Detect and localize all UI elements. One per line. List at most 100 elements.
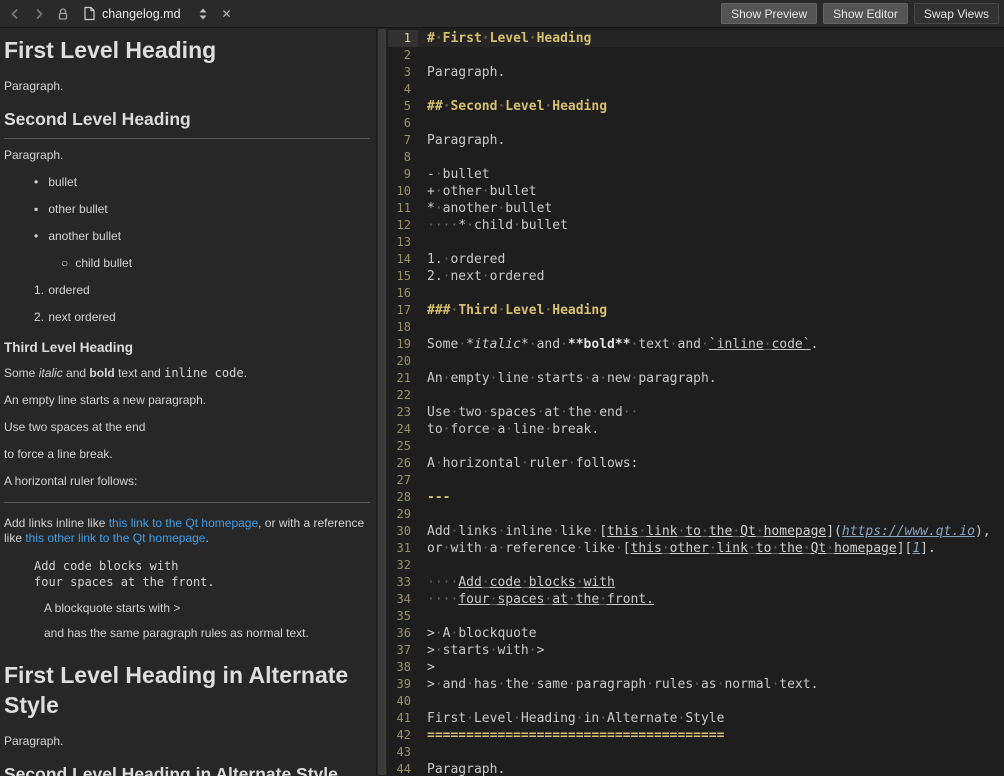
back-button[interactable] (5, 4, 25, 24)
editor-line[interactable]: 26A·horizontal·ruler·follows: (388, 455, 1004, 472)
forward-button[interactable] (29, 4, 49, 24)
editor-line[interactable]: 40 (388, 693, 1004, 710)
line-text[interactable] (418, 472, 1004, 489)
editor-line[interactable]: 1#·First·Level·Heading (388, 30, 1004, 47)
line-text[interactable]: ····four·spaces·at·the·front. (418, 591, 1004, 608)
show-preview-button[interactable]: Show Preview (721, 3, 817, 24)
editor-line[interactable]: 27 (388, 472, 1004, 489)
editor-line[interactable]: 38> (388, 659, 1004, 676)
editor-line[interactable]: 24to·force·a·line·break. (388, 421, 1004, 438)
show-editor-button[interactable]: Show Editor (823, 3, 908, 24)
close-split-button[interactable]: ✕ (217, 4, 237, 24)
editor-line[interactable]: 35 (388, 608, 1004, 625)
editor-line[interactable]: 5##·Second·Level·Heading (388, 98, 1004, 115)
editor-line[interactable]: 41First·Level·Heading·in·Alternate·Style (388, 710, 1004, 727)
line-text[interactable] (418, 557, 1004, 574)
line-text[interactable]: --- (418, 489, 1004, 506)
line-text[interactable] (418, 353, 1004, 370)
line-text[interactable] (418, 506, 1004, 523)
line-text[interactable] (418, 149, 1004, 166)
line-text[interactable] (418, 693, 1004, 710)
document-dropdown-button[interactable] (193, 4, 213, 24)
line-text[interactable]: Paragraph. (418, 761, 1004, 776)
line-text[interactable] (418, 438, 1004, 455)
line-text[interactable] (418, 608, 1004, 625)
editor-line[interactable]: 25 (388, 438, 1004, 455)
editor-line[interactable]: 28--- (388, 489, 1004, 506)
line-text[interactable] (418, 47, 1004, 64)
editor-line[interactable]: 29 (388, 506, 1004, 523)
line-text[interactable]: or·with·a·reference·like·[this·other·lin… (418, 540, 1004, 557)
line-text[interactable]: Paragraph. (418, 132, 1004, 149)
line-text[interactable]: >·and·has·the·same·paragraph·rules·as·no… (418, 676, 1004, 693)
line-text[interactable] (418, 387, 1004, 404)
line-text[interactable] (418, 234, 1004, 251)
editor-line[interactable]: 8 (388, 149, 1004, 166)
markdown-source-editor[interactable]: 1#·First·Level·Heading23Paragraph.45##·S… (388, 28, 1004, 776)
editor-line[interactable]: 42====================================== (388, 727, 1004, 744)
line-text[interactable] (418, 285, 1004, 302)
qt-homepage-link[interactable]: this other link to the Qt homepage (25, 531, 205, 545)
line-text[interactable]: ====================================== (418, 727, 1004, 744)
line-text[interactable]: Add·links·inline·like·[this·link·to·the·… (418, 523, 1004, 540)
line-text[interactable]: ····Add·code·blocks·with (418, 574, 1004, 591)
editor-line[interactable]: 22 (388, 387, 1004, 404)
editor-line[interactable]: 31or·with·a·reference·like·[this·other·l… (388, 540, 1004, 557)
editor-line[interactable]: 36>·A·blockquote (388, 625, 1004, 642)
lock-button[interactable] (53, 4, 73, 24)
line-text[interactable]: Some·*italic*·and·**bold**·text·and·`inl… (418, 336, 1004, 353)
editor-line[interactable]: 141.·ordered (388, 251, 1004, 268)
editor-line[interactable]: 20 (388, 353, 1004, 370)
qt-homepage-link[interactable]: this link to the Qt homepage (109, 516, 258, 530)
editor-line[interactable]: 2 (388, 47, 1004, 64)
line-text[interactable]: +·other·bullet (418, 183, 1004, 200)
editor-line[interactable]: 3Paragraph. (388, 64, 1004, 81)
editor-line[interactable]: 17###·Third·Level·Heading (388, 302, 1004, 319)
editor-line[interactable]: 23Use·two·spaces·at·the·end·· (388, 404, 1004, 421)
scrollbar-handle[interactable] (378, 29, 386, 775)
line-text[interactable]: A·horizontal·ruler·follows: (418, 455, 1004, 472)
line-text[interactable]: >·A·blockquote (418, 625, 1004, 642)
line-text[interactable] (418, 81, 1004, 98)
line-text[interactable]: *·another·bullet (418, 200, 1004, 217)
editor-line[interactable]: 34····four·spaces·at·the·front. (388, 591, 1004, 608)
line-text[interactable]: > (418, 659, 1004, 676)
line-text[interactable]: An·empty·line·starts·a·new·paragraph. (418, 370, 1004, 387)
line-text[interactable]: -·bullet (418, 166, 1004, 183)
editor-line[interactable]: 13 (388, 234, 1004, 251)
editor-line[interactable]: 37>·starts·with·> (388, 642, 1004, 659)
editor-line[interactable]: 152.·next·ordered (388, 268, 1004, 285)
document-tab[interactable]: changelog.md (77, 2, 189, 26)
line-text[interactable]: 1.·ordered (418, 251, 1004, 268)
line-text[interactable] (418, 744, 1004, 761)
line-text[interactable]: ##·Second·Level·Heading (418, 98, 1004, 115)
editor-line[interactable]: 9-·bullet (388, 166, 1004, 183)
editor-line[interactable]: 4 (388, 81, 1004, 98)
line-text[interactable]: 2.·next·ordered (418, 268, 1004, 285)
editor-line[interactable]: 44Paragraph. (388, 761, 1004, 776)
line-text[interactable] (418, 115, 1004, 132)
line-text[interactable]: ····*·child·bullet (418, 217, 1004, 234)
line-text[interactable]: First·Level·Heading·in·Alternate·Style (418, 710, 1004, 727)
editor-line[interactable]: 21An·empty·line·starts·a·new·paragraph. (388, 370, 1004, 387)
editor-line[interactable]: 7Paragraph. (388, 132, 1004, 149)
line-text[interactable]: >·starts·with·> (418, 642, 1004, 659)
editor-line[interactable]: 6 (388, 115, 1004, 132)
line-text[interactable]: ###·Third·Level·Heading (418, 302, 1004, 319)
editor-line[interactable]: 19Some·*italic*·and·**bold**·text·and·`i… (388, 336, 1004, 353)
editor-line[interactable]: 18 (388, 319, 1004, 336)
line-text[interactable]: to·force·a·line·break. (418, 421, 1004, 438)
line-text[interactable]: #·First·Level·Heading (418, 30, 1004, 47)
editor-line[interactable]: 16 (388, 285, 1004, 302)
line-text[interactable]: Use·two·spaces·at·the·end·· (418, 404, 1004, 421)
editor-line[interactable]: 33····Add·code·blocks·with (388, 574, 1004, 591)
line-text[interactable]: Paragraph. (418, 64, 1004, 81)
line-text[interactable] (418, 319, 1004, 336)
editor-line[interactable]: 10+·other·bullet (388, 183, 1004, 200)
editor-line[interactable]: 30Add·links·inline·like·[this·link·to·th… (388, 523, 1004, 540)
editor-line[interactable]: 43 (388, 744, 1004, 761)
editor-line[interactable]: 11*·another·bullet (388, 200, 1004, 217)
swap-views-button[interactable]: Swap Views (914, 3, 999, 24)
editor-line[interactable]: 32 (388, 557, 1004, 574)
preview-scrollbar[interactable] (376, 28, 388, 776)
